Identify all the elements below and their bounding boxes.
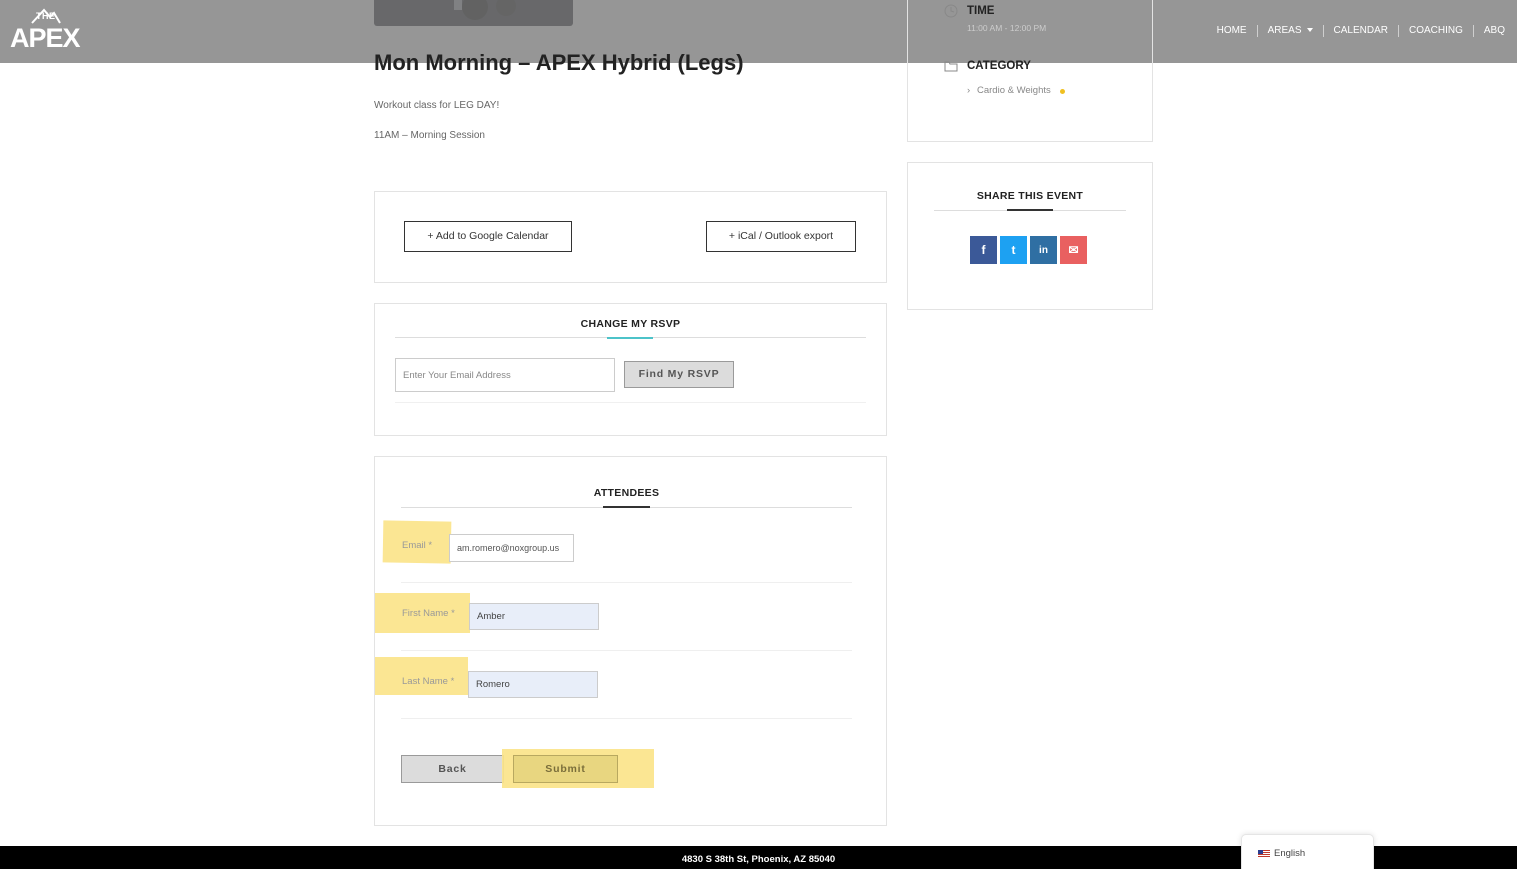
time-heading: TIME: [967, 5, 995, 17]
time-value: 11:00 AM - 12:00 PM: [967, 23, 1047, 33]
share-title: SHARE THIS EVENT: [976, 190, 1084, 202]
change-rsvp-box: CHANGE MY RSVP Enter Your Email Address …: [374, 303, 887, 436]
email-icon: ✉: [1068, 243, 1079, 257]
attendees-title: ATTENDEES: [593, 487, 660, 499]
first-name-field[interactable]: Amber: [469, 603, 599, 630]
twitter-icon: t: [1011, 243, 1016, 257]
logo-text: APEX: [10, 23, 81, 53]
last-name-field[interactable]: Romero: [468, 671, 598, 698]
logo-text-small: THE: [36, 11, 56, 21]
share-facebook-button[interactable]: f: [970, 236, 997, 264]
language-switcher[interactable]: English: [1241, 834, 1374, 869]
share-twitter-button[interactable]: t: [1000, 236, 1027, 264]
divider: [401, 582, 852, 583]
divider: [401, 718, 852, 719]
nav-areas-label: AREAS: [1267, 25, 1302, 36]
nav-home[interactable]: HOME: [1207, 25, 1258, 37]
calendar-export-box: + Add to Google Calendar + iCal / Outloo…: [374, 191, 887, 283]
divider: [395, 402, 866, 403]
share-linkedin-button[interactable]: in: [1030, 236, 1057, 264]
share-email-button[interactable]: ✉: [1060, 236, 1087, 264]
find-rsvp-button[interactable]: Find My RSVP: [624, 361, 734, 388]
folder-icon: [944, 61, 958, 72]
attendees-box: ATTENDEES Email * am.romero@noxgroup.us …: [374, 456, 887, 826]
rsvp-title: CHANGE MY RSVP: [580, 318, 681, 330]
event-title: Mon Morning – APEX Hybrid (Legs): [374, 50, 744, 75]
chevron-right-icon: ›: [967, 85, 971, 96]
nav-areas[interactable]: AREAS: [1258, 25, 1324, 37]
category-link[interactable]: Cardio & Weights: [977, 85, 1051, 96]
ical-export-button[interactable]: + iCal / Outlook export: [706, 221, 856, 252]
site-header: THE APEX HOME AREAS CALENDAR COACHING AB…: [0, 0, 1517, 63]
title-accent-bar: [603, 506, 650, 508]
main-nav: HOME AREAS CALENDAR COACHING ABQ: [1207, 24, 1517, 38]
facebook-icon: f: [981, 243, 986, 257]
divider: [401, 650, 852, 651]
email-label: Email *: [402, 540, 433, 551]
back-button[interactable]: Back: [401, 755, 504, 783]
rsvp-email-input[interactable]: Enter Your Email Address: [395, 358, 615, 392]
last-name-label: Last Name *: [402, 676, 455, 687]
first-name-label: First Name *: [402, 608, 455, 619]
add-google-calendar-button[interactable]: + Add to Google Calendar: [404, 221, 572, 252]
event-description-line: Workout class for LEG DAY!: [374, 100, 500, 111]
us-flag-icon: [1258, 850, 1270, 858]
clock-icon: [944, 4, 958, 18]
title-accent-bar: [607, 337, 653, 339]
event-description-line: 11AM – Morning Session: [374, 130, 485, 141]
submit-button[interactable]: Submit: [513, 755, 618, 783]
event-details-box: TIME 11:00 AM - 12:00 PM CATEGORY › Card…: [907, 0, 1153, 142]
title-accent-bar: [1007, 209, 1053, 211]
apex-logo[interactable]: THE APEX: [10, 8, 82, 54]
category-heading: CATEGORY: [967, 60, 1031, 72]
nav-calendar[interactable]: CALENDAR: [1324, 25, 1399, 37]
nav-coaching[interactable]: COACHING: [1399, 25, 1474, 37]
attendee-email-field[interactable]: am.romero@noxgroup.us: [449, 534, 574, 562]
category-color-dot: [1060, 89, 1065, 94]
linkedin-icon: in: [1039, 244, 1048, 256]
language-label: English: [1274, 848, 1306, 859]
chevron-down-icon: [1306, 28, 1313, 33]
nav-abq[interactable]: ABQ: [1474, 25, 1517, 37]
